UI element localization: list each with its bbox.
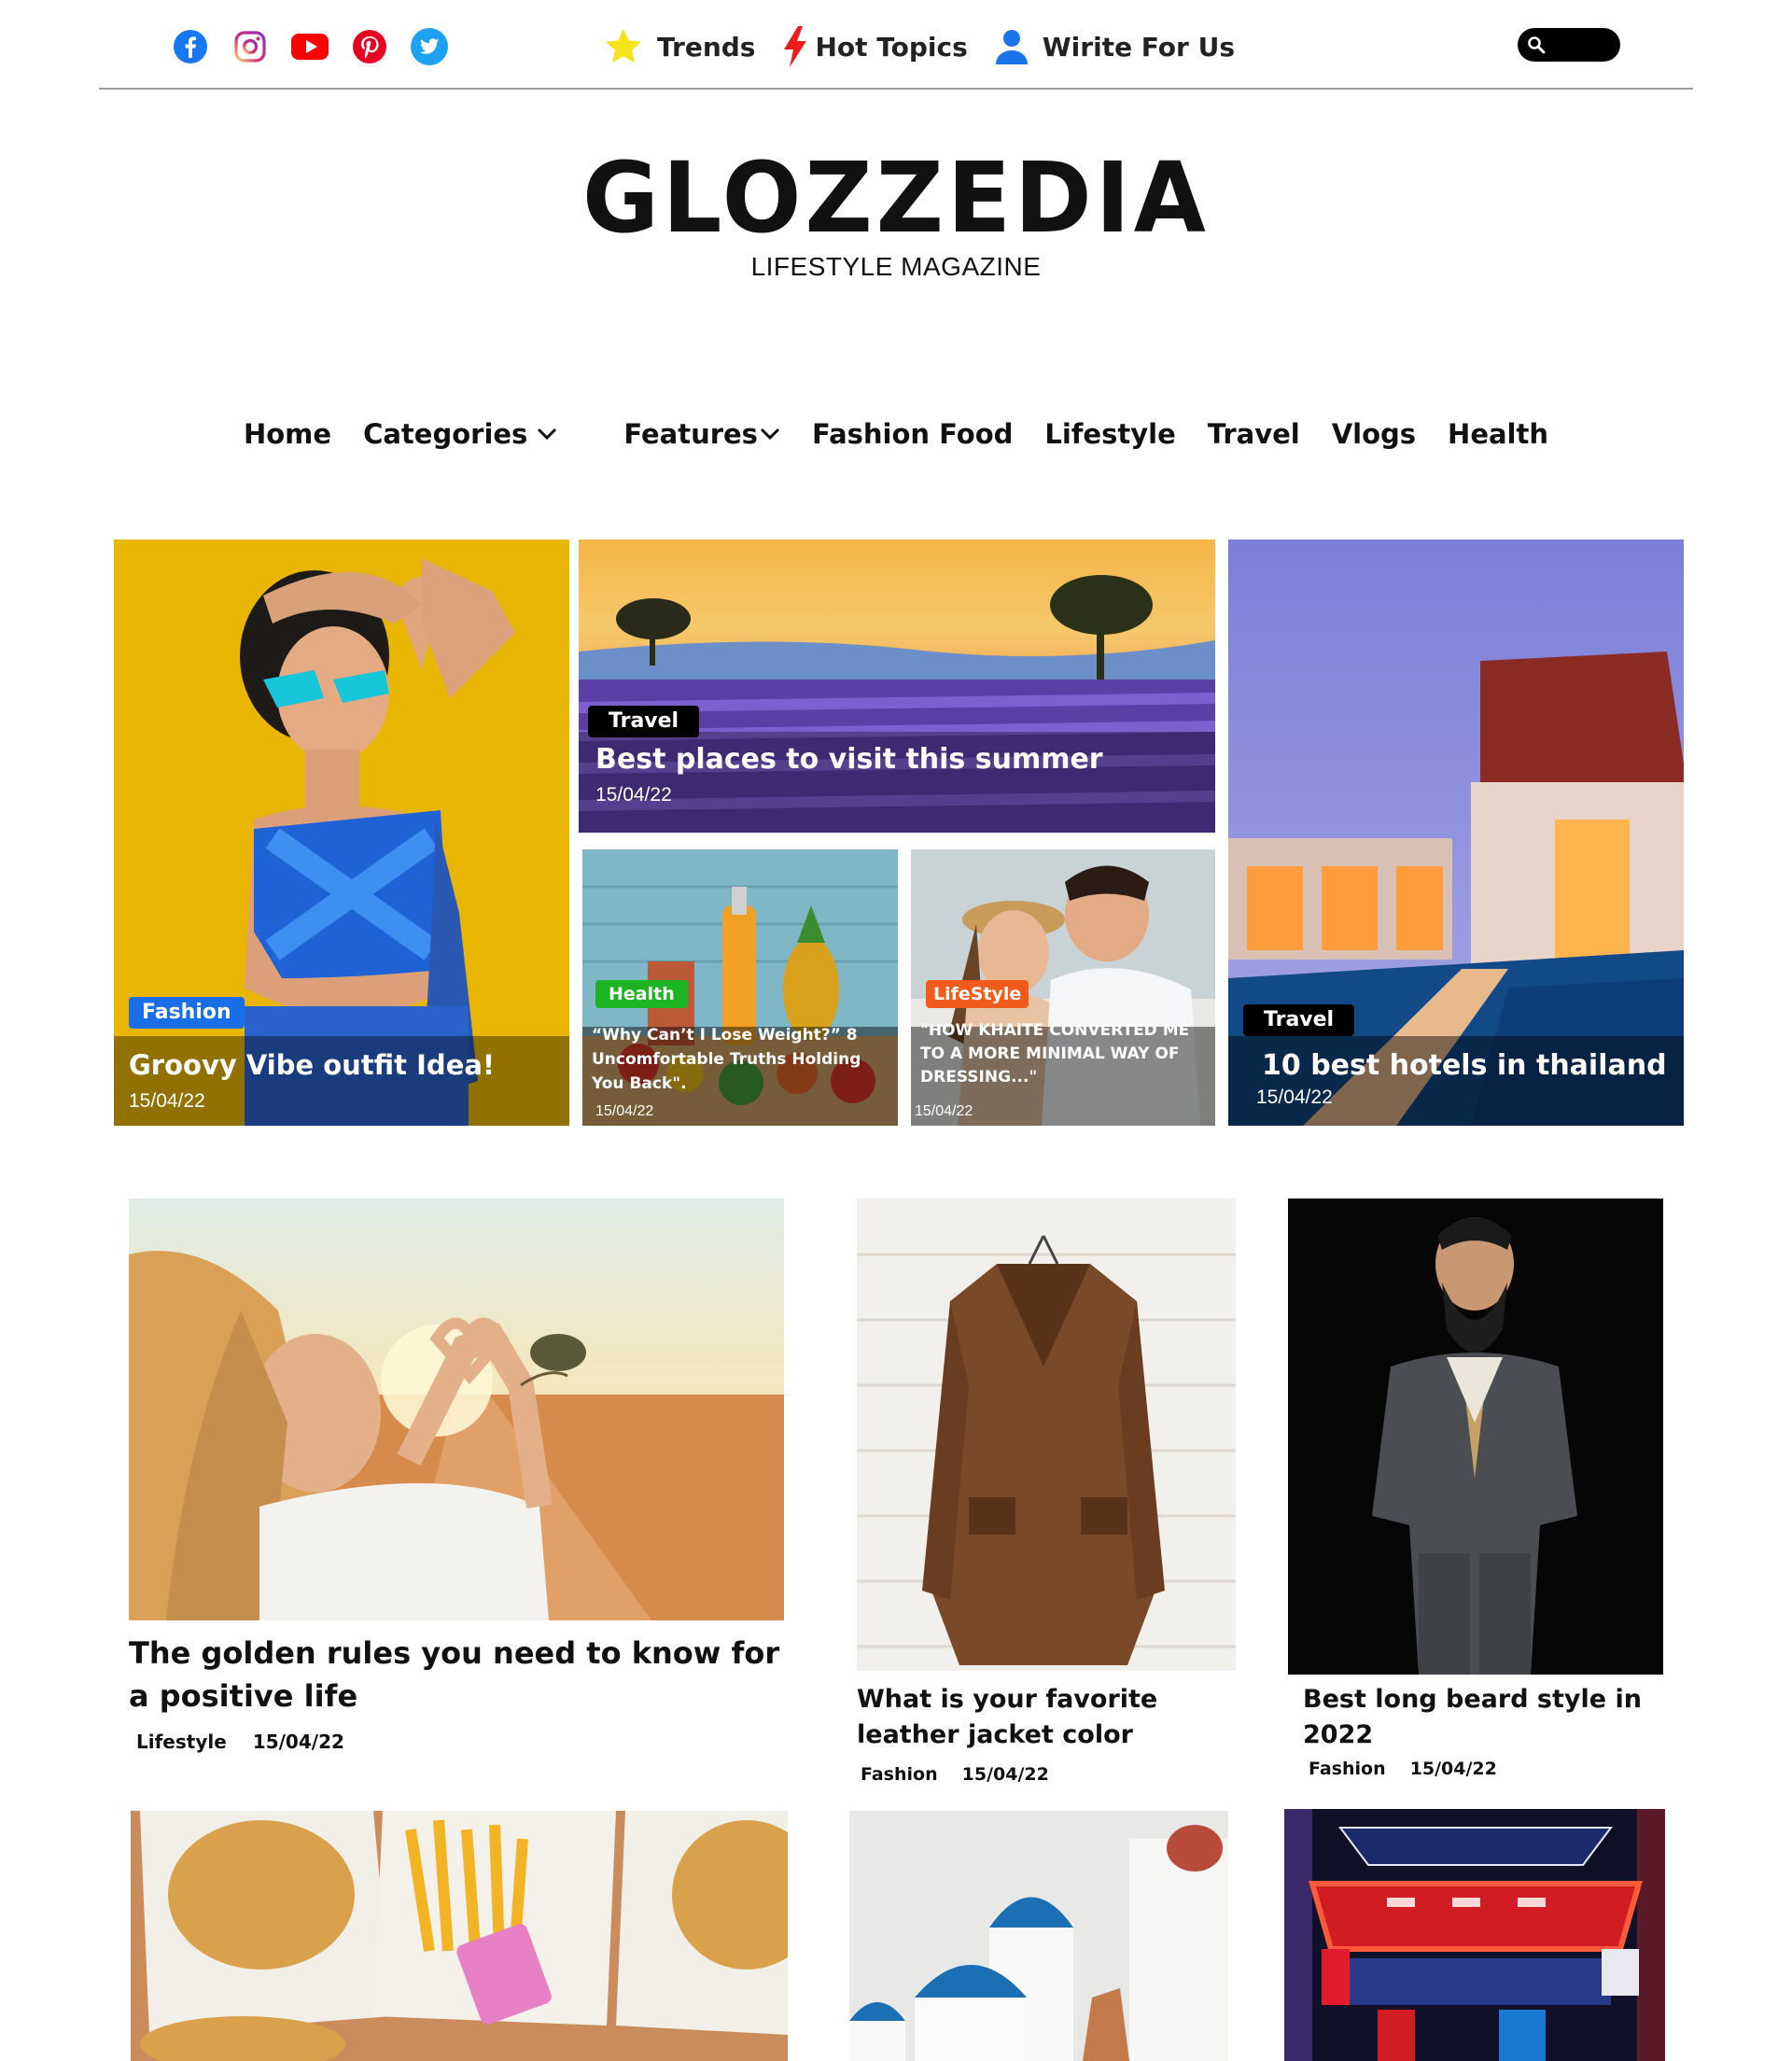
hero-health-date: 15/04/22: [595, 1103, 654, 1119]
post-beard-image[interactable]: [1288, 1199, 1663, 1675]
post-golden-rules-image[interactable]: [129, 1199, 784, 1620]
post-category[interactable]: Lifestyle: [136, 1731, 227, 1753]
nav-vlogs[interactable]: Vlogs: [1332, 418, 1416, 450]
hero-health-card[interactable]: Health “Why Can’t I Lose Weight?” 8 Unco…: [582, 849, 898, 1126]
nav-features-label: Features: [623, 418, 758, 450]
post-burgers-image[interactable]: [131, 1811, 788, 2061]
youtube-icon[interactable]: [289, 26, 330, 67]
top-navigation: Trends Hot Topics Wirite For Us: [603, 22, 1261, 71]
nav-categories-label: Categories: [363, 418, 528, 450]
star-icon: [606, 29, 641, 63]
social-links: [170, 26, 450, 67]
chevron-down-icon: [538, 428, 557, 441]
top-bar: Trends Hot Topics Wirite For Us: [99, 0, 1693, 90]
post-category[interactable]: Fashion: [861, 1764, 938, 1785]
facebook-icon[interactable]: [170, 26, 211, 67]
post-leather-jacket-title[interactable]: What is your favorite leather jacket col…: [857, 1682, 1165, 1753]
category-tag-travel[interactable]: Travel: [1243, 1004, 1355, 1036]
leather-jacket-image: [857, 1199, 1236, 1671]
hero-travel-summer-card[interactable]: Travel Best places to visit this summer …: [579, 540, 1215, 833]
nav-categories[interactable]: Categories: [363, 418, 557, 450]
post-date: 15/04/22: [252, 1731, 344, 1753]
user-icon: [995, 30, 1028, 64]
category-tag-lifestyle[interactable]: LifeStyle: [926, 980, 1029, 1008]
post-santorini-image[interactable]: [849, 1811, 1228, 2061]
hero-travel-thailand-date: 15/04/22: [1256, 1087, 1333, 1108]
nav-features[interactable]: Features: [623, 418, 780, 450]
trends-label: Trends: [657, 31, 756, 63]
post-golden-rules-meta: Lifestyle 15/04/22: [136, 1731, 344, 1753]
hot-topics-label: Hot Topics: [815, 31, 968, 63]
hero-travel-summer-date: 15/04/22: [595, 784, 672, 806]
burgers-fries-image: [131, 1811, 788, 2061]
hero-travel-thailand-title: 10 best hotels in thailand: [1262, 1049, 1667, 1082]
nav-home[interactable]: Home: [244, 418, 331, 450]
post-dotonbori-image[interactable]: [1284, 1809, 1665, 2061]
santorini-image: [849, 1811, 1228, 2061]
hero-lifestyle-card[interactable]: LifeStyle "HOW KHAITE CONVERTED ME TO A …: [911, 849, 1215, 1126]
hero-fashion-card[interactable]: Fashion Groovy Vibe outfit Idea! 15/04/2…: [114, 540, 569, 1126]
post-golden-rules-title[interactable]: The golden rules you need to know for a …: [129, 1632, 784, 1718]
post-beard-title[interactable]: Best long beard style in 2022: [1303, 1682, 1658, 1753]
chevron-down-icon: [760, 428, 780, 441]
trends-link[interactable]: Trends: [603, 22, 755, 71]
category-tag-fashion[interactable]: Fashion: [129, 997, 245, 1029]
post-leather-jacket-meta: Fashion 15/04/22: [861, 1764, 1049, 1785]
site-logo[interactable]: GLOZZEDIA LIFESTYLE MAGAZINE: [0, 149, 1792, 282]
nav-travel[interactable]: Travel: [1208, 418, 1300, 450]
main-navigation: Home Categories Features Fashion Food Li…: [0, 418, 1792, 450]
hero-fashion-title: Groovy Vibe outfit Idea!: [129, 1049, 496, 1081]
hero-fashion-date: 15/04/22: [129, 1090, 205, 1112]
logo-subtitle: LIFESTYLE MAGAZINE: [750, 252, 1042, 281]
logo-title: GLOZZEDIA: [582, 141, 1210, 255]
nav-lifestyle[interactable]: Lifestyle: [1044, 418, 1175, 450]
lightning-icon: [784, 26, 807, 67]
category-tag-health[interactable]: Health: [595, 980, 688, 1008]
post-beard-meta: Fashion 15/04/22: [1309, 1759, 1497, 1779]
post-leather-jacket-image[interactable]: [857, 1199, 1236, 1671]
search-icon: [1528, 36, 1546, 54]
bearded-man-image: [1288, 1199, 1663, 1675]
search-input[interactable]: [1518, 28, 1620, 62]
nav-health[interactable]: Health: [1448, 418, 1548, 450]
hero-lifestyle-title: "HOW KHAITE CONVERTED ME TO A MORE MINIM…: [920, 1021, 1190, 1087]
hero-travel-thailand-card[interactable]: Travel 10 best hotels in thailand 15/04/…: [1228, 540, 1684, 1126]
hero-lifestyle-date: 15/04/22: [915, 1103, 973, 1119]
dotonbori-sign-image: [1284, 1809, 1665, 2061]
write-for-us-link[interactable]: Wirite For Us: [994, 22, 1235, 71]
write-for-us-label: Wirite For Us: [1042, 31, 1235, 63]
hero-health-title: “Why Can’t I Lose Weight?” 8 Uncomfortab…: [592, 1026, 861, 1093]
heart-hands-image: [129, 1199, 784, 1620]
post-date: 15/04/22: [961, 1764, 1049, 1785]
post-category[interactable]: Fashion: [1309, 1759, 1386, 1779]
post-date: 15/04/22: [1409, 1759, 1497, 1779]
hot-topics-link[interactable]: Hot Topics: [781, 22, 968, 71]
nav-fashion-food[interactable]: Fashion Food: [812, 418, 1013, 450]
instagram-icon[interactable]: [230, 26, 271, 67]
hero-travel-summer-title: Best places to visit this summer: [595, 743, 1103, 776]
pinterest-icon[interactable]: [349, 26, 390, 67]
twitter-icon[interactable]: [409, 26, 450, 67]
category-tag-travel[interactable]: Travel: [588, 706, 700, 737]
